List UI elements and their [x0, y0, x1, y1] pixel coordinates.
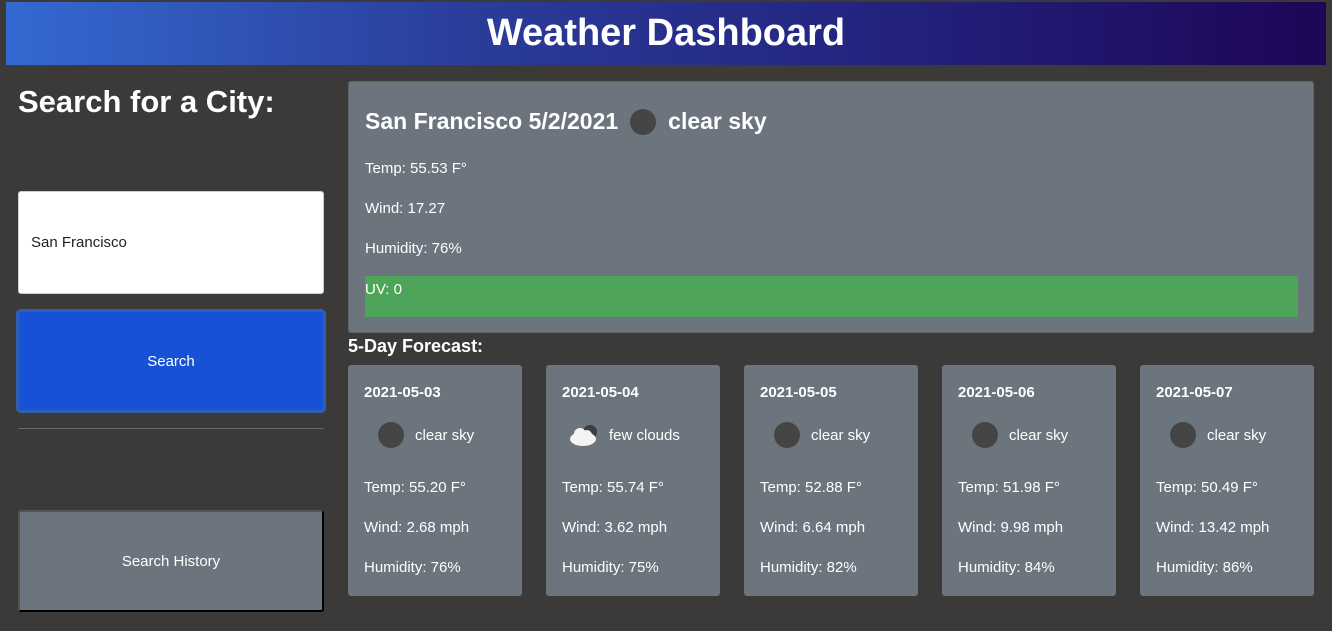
forecast-date: 2021-05-03	[364, 384, 441, 401]
current-city-date: San Francisco 5/2/2021	[365, 108, 619, 134]
forecast-wind: Wind: 2.68 mph	[364, 519, 470, 536]
forecast-condition: clear sky	[1170, 422, 1266, 448]
forecast-condition-text: clear sky	[415, 426, 475, 444]
forecast-card: 2021-05-03 clear sky Temp: 55.20 F° Wind…	[348, 365, 522, 596]
moon-icon	[378, 422, 404, 448]
forecast-temp: Temp: 52.88 F°	[760, 479, 862, 496]
moon-icon	[972, 422, 998, 448]
current-temp: Temp: 55.53 F°	[365, 160, 467, 177]
forecast-card: 2021-05-04 few clouds Temp: 55.74 F° Win…	[546, 365, 720, 596]
current-weather-title: San Francisco 5/2/2021 clear sky	[365, 108, 767, 135]
forecast-condition: clear sky	[774, 422, 870, 448]
forecast-title: 5-Day Forecast:	[348, 336, 484, 356]
forecast-condition-text: clear sky	[811, 426, 871, 444]
forecast-humidity: Humidity: 76%	[364, 559, 461, 576]
moon-icon	[1170, 422, 1196, 448]
current-weather-card: San Francisco 5/2/2021 clear sky Temp: 5…	[348, 81, 1314, 333]
app-header: Weather Dashboard	[6, 2, 1326, 65]
search-heading: Search for a City:	[18, 84, 275, 119]
forecast-humidity: Humidity: 84%	[958, 559, 1055, 576]
forecast-date: 2021-05-04	[562, 384, 639, 401]
page-title: Weather Dashboard	[486, 12, 846, 54]
forecast-temp: Temp: 55.20 F°	[364, 479, 466, 496]
forecast-humidity: Humidity: 82%	[760, 559, 857, 576]
cloud-icon	[570, 425, 597, 446]
moon-icon	[630, 108, 657, 135]
forecast-date: 2021-05-07	[1156, 384, 1233, 401]
forecast-temp: Temp: 51.98 F°	[958, 479, 1060, 496]
forecast-condition: clear sky	[972, 422, 1068, 448]
uv-index-bar: UV: 0	[365, 276, 1298, 317]
forecast-wind: Wind: 13.42 mph	[1156, 519, 1270, 536]
current-humidity: Humidity: 76%	[365, 240, 462, 257]
search-history-button[interactable]: Search History	[18, 510, 324, 612]
forecast-condition: clear sky	[378, 422, 474, 448]
current-condition: clear sky	[668, 108, 767, 134]
forecast-date: 2021-05-06	[958, 384, 1035, 401]
current-wind: Wind: 17.27	[365, 200, 446, 217]
forecast-card: 2021-05-07 clear sky Temp: 50.49 F° Wind…	[1140, 365, 1314, 596]
forecast-card: 2021-05-05 clear sky Temp: 52.88 F° Wind…	[744, 365, 918, 596]
forecast-wind: Wind: 9.98 mph	[958, 519, 1064, 536]
forecast-card: 2021-05-06 clear sky Temp: 51.98 F° Wind…	[942, 365, 1116, 596]
city-search-input[interactable]	[18, 191, 324, 294]
forecast-condition: few clouds	[570, 422, 680, 448]
sidebar: Search for a City: Search Search History	[16, 66, 326, 626]
forecast-humidity: Humidity: 86%	[1156, 559, 1253, 576]
moon-icon	[774, 422, 800, 448]
forecast-humidity: Humidity: 75%	[562, 559, 659, 576]
forecast-date: 2021-05-05	[760, 384, 837, 401]
forecast-wind: Wind: 6.64 mph	[760, 519, 866, 536]
forecast-temp: Temp: 55.74 F°	[562, 479, 664, 496]
forecast-condition-text: few clouds	[609, 426, 680, 444]
sidebar-divider	[18, 428, 324, 429]
forecast-temp: Temp: 50.49 F°	[1156, 479, 1258, 496]
forecast-condition-text: clear sky	[1207, 426, 1267, 444]
forecast-wind: Wind: 3.62 mph	[562, 519, 668, 536]
forecast-condition-text: clear sky	[1009, 426, 1069, 444]
search-button[interactable]: Search	[16, 309, 326, 413]
